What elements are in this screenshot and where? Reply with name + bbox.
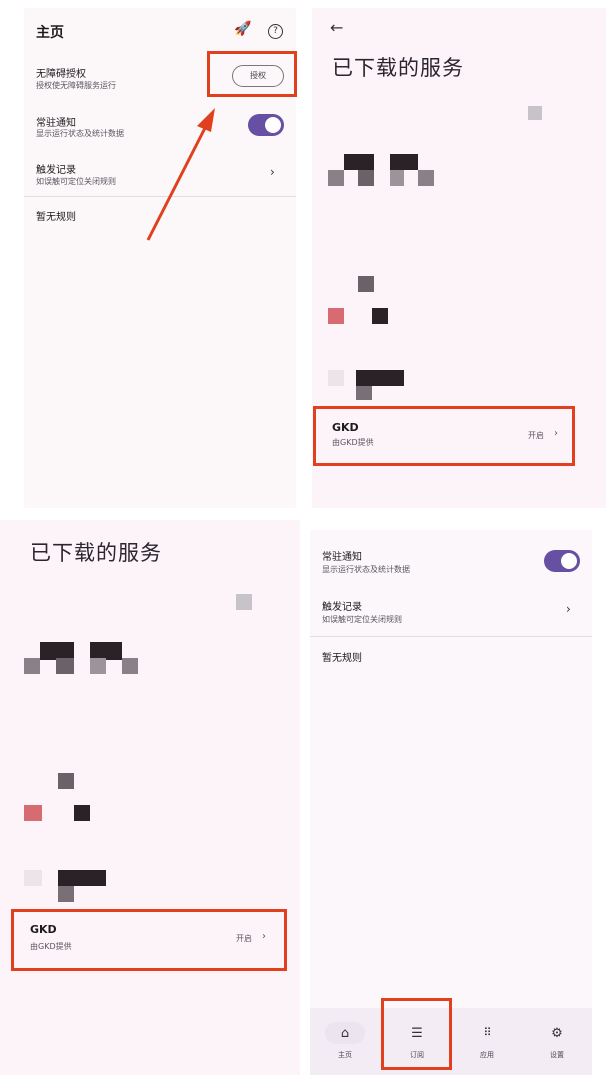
nav-item-settings[interactable]: ⚙ 设置 (522, 1008, 592, 1075)
mosaic-block (358, 276, 374, 292)
apps-grid-icon: ⠿ (483, 1026, 491, 1039)
highlight-box-service-card[interactable] (313, 406, 575, 466)
mosaic-block (328, 370, 344, 386)
highlight-box-subscription-tab (381, 998, 452, 1070)
mosaic-block (344, 154, 374, 170)
no-rules-text: 暂无规则 (322, 653, 362, 664)
records-sub: 如误触可定位关闭规则 (322, 615, 402, 624)
notification-label: 常驻通知 (322, 552, 362, 563)
home-icon: ⌂ (340, 1026, 350, 1041)
downloaded-services-panel-2: 已下载的服务 GKD 由GKD提供 开启 › (0, 520, 300, 1075)
nav-item-apps[interactable]: ⠿ 应用 (452, 1008, 522, 1075)
mosaic-block (58, 870, 106, 886)
mosaic-block (236, 594, 252, 610)
mosaic-block (24, 805, 42, 821)
toggle-knob (561, 553, 577, 569)
mosaic-block (24, 870, 42, 886)
arrow-head-1 (197, 108, 215, 132)
settings-icon: ⚙ (551, 1026, 563, 1041)
mosaic-block (58, 886, 74, 902)
mosaic-block (90, 658, 106, 674)
mosaic-block (390, 154, 418, 170)
arrow-line-1 (146, 127, 207, 241)
mosaic-block (58, 773, 74, 789)
nav-item-home[interactable]: ⌂ 主页 (310, 1008, 380, 1075)
nav-label: 主页 (338, 1051, 352, 1059)
mosaic-block (328, 308, 344, 324)
mosaic-block (356, 386, 372, 400)
mosaic-block (328, 170, 344, 186)
mosaic-block (56, 658, 74, 674)
records-label: 触发记录 (322, 602, 362, 613)
mosaic-block (528, 106, 542, 120)
notification-sub: 显示运行状态及统计数据 (322, 565, 410, 574)
mosaic-block (358, 170, 374, 186)
mosaic-block (356, 370, 404, 386)
nav-label: 应用 (480, 1051, 494, 1059)
back-arrow-icon[interactable]: ← (330, 18, 343, 37)
nav-label: 设置 (550, 1051, 564, 1059)
mosaic-block (24, 658, 40, 674)
home-screen-panel-2: 常驻通知 显示运行状态及统计数据 触发记录 如误触可定位关闭规则 › 暂无规则 … (310, 530, 592, 1075)
mosaic-block (418, 170, 434, 186)
chevron-right-icon[interactable]: › (566, 602, 571, 616)
divider (310, 636, 592, 637)
mosaic-block (74, 805, 90, 821)
mosaic-block (390, 170, 404, 186)
page-title: 已下载的服务 (332, 56, 464, 80)
notification-toggle[interactable] (544, 550, 580, 572)
mosaic-block (372, 308, 388, 324)
highlight-box-service-card-2[interactable] (11, 909, 287, 971)
mosaic-block (122, 658, 138, 674)
page-title: 已下载的服务 (30, 541, 162, 565)
